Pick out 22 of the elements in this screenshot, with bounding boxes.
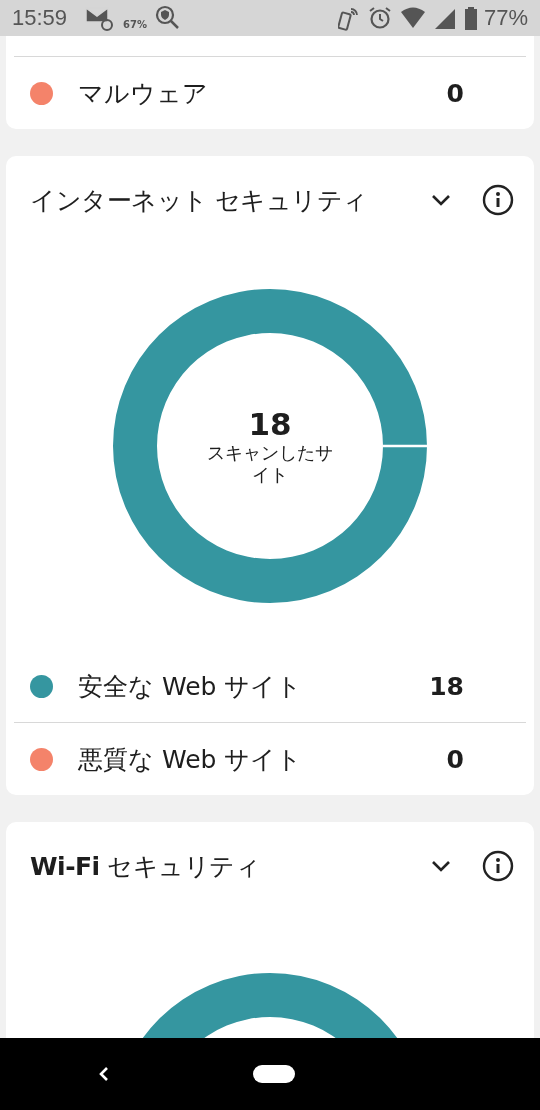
card-title: インターネット セキュリティ [30, 184, 369, 217]
search-shield-icon [155, 5, 181, 31]
scanned-count: 18 [248, 406, 292, 443]
legend-value: 0 [446, 744, 464, 774]
clock-time: 15:59 [12, 5, 68, 31]
info-icon[interactable] [482, 850, 514, 882]
legend-label: マルウェア [78, 77, 209, 110]
alarm-icon [367, 5, 392, 31]
home-button[interactable] [253, 1065, 295, 1083]
data-saver-label: 67% [123, 19, 147, 30]
chevron-down-icon[interactable] [430, 859, 452, 873]
legend-label: 悪質な Web サイト [78, 743, 304, 776]
legend-value: 0 [446, 78, 464, 108]
nfc-phone-icon [337, 5, 360, 31]
battery-percent: 77% [483, 5, 528, 31]
card-title: Wi-Fi セキュリティ [30, 850, 262, 883]
info-icon[interactable] [482, 184, 514, 216]
scanned-label: スキャンしたサイト [206, 442, 334, 486]
battery-icon [463, 5, 478, 31]
legend-label: 安全な Web サイト [78, 670, 304, 703]
legend-value: 18 [429, 671, 464, 701]
chevron-down-icon[interactable] [430, 193, 452, 207]
